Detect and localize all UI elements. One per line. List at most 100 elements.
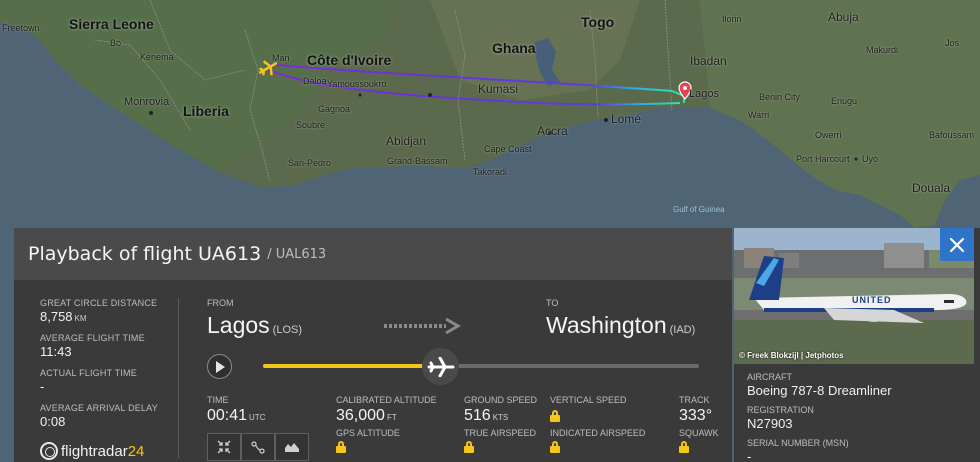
detail-label: TIME — [207, 395, 229, 405]
map-label-city: Gagnoa — [318, 104, 351, 114]
lock-icon[interactable] — [336, 441, 346, 453]
map-label-city: Monrovia — [124, 96, 170, 108]
radar-icon — [40, 442, 58, 460]
map-label-city: Abidjan — [386, 134, 427, 148]
map-label-city: Daloa — [303, 76, 327, 86]
compress-view-button[interactable] — [207, 433, 241, 461]
logo-text-accent: 24 — [127, 442, 145, 460]
flightradar24-logo[interactable]: flightradar24 — [40, 442, 144, 460]
playback-timeline[interactable] — [263, 364, 699, 368]
stat-label: AVERAGE FLIGHT TIME — [40, 333, 145, 343]
flight-playback-panel: Playback of flight UA613 / UAL613 GREAT … — [14, 228, 732, 462]
map-label-country: Ghana — [492, 40, 536, 56]
destination-city: Washington — [546, 312, 667, 338]
logo-text-main: flightradar — [61, 442, 128, 460]
aircraft-photo[interactable]: UNITED © Freek Blokzijl | Jetphotos — [734, 228, 974, 364]
map-label-city: Douala — [912, 181, 951, 195]
map-label-country: Togo — [581, 14, 615, 30]
panel-title: Playback of flight UA613 — [28, 243, 262, 265]
route-toggle-button[interactable] — [241, 433, 275, 461]
stat-label: ACTUAL FLIGHT TIME — [40, 368, 137, 378]
map-label-city: Soubre — [296, 120, 326, 130]
detail-track: TRACK 333° SQUAWK — [679, 395, 719, 458]
livery-text: UNITED — [852, 295, 892, 305]
lock-icon[interactable] — [464, 441, 474, 453]
map-label-city: Uyo — [862, 154, 879, 164]
destination-airport[interactable]: Washington (IAD) — [546, 312, 695, 339]
aircraft-panel: UNITED © Freek Blokzijl | Jetphotos AIRC… — [734, 228, 980, 462]
logo-text: flightradar24 — [61, 443, 144, 460]
aircraft-info: AIRCRAFT Boeing 787-8 Dreamliner REGISTR… — [747, 372, 892, 462]
aircraft-type-label: AIRCRAFT — [747, 372, 792, 382]
detail-unit: KTS — [492, 413, 509, 422]
photo-credit[interactable]: © Freek Blokzijl | Jetphotos — [739, 351, 844, 360]
aircraft-type-value[interactable]: Boeing 787-8 Dreamliner — [747, 383, 892, 398]
altitude-graph-icon — [285, 443, 299, 452]
destination-code: (IAD) — [669, 324, 696, 336]
timeline-handle[interactable] — [422, 348, 459, 385]
origin-airport[interactable]: Lagos (LOS) — [207, 312, 302, 339]
map-label-country: Côte d'Ivoire — [307, 52, 392, 68]
map-label-city: Takoradi — [473, 167, 508, 177]
lock-icon[interactable] — [550, 441, 560, 453]
detail-value-row: 36,000 FT — [336, 407, 437, 425]
route-arrow-icon — [384, 317, 461, 335]
detail-sub-label: GPS ALTITUDE — [336, 428, 400, 438]
map-label-city: Kenema — [140, 52, 174, 62]
detail-label: VERTICAL SPEED — [550, 395, 627, 405]
detail-label: GROUND SPEED — [464, 395, 538, 405]
detail-value: 36,000 — [336, 407, 385, 424]
stat-value: - — [40, 379, 45, 394]
flight-stats: GREAT CIRCLE DISTANCE 8,758 KM AVERAGE FL… — [40, 298, 180, 438]
origin-code: (LOS) — [272, 324, 303, 336]
stat-value: 11:43 — [40, 344, 72, 359]
detail-value-row: 516 KTS — [464, 407, 537, 425]
stat-average-arrival-delay: AVERAGE ARRIVAL DELAY 0:08 — [40, 403, 180, 429]
detail-value-row: 00:41 UTC — [207, 407, 266, 425]
detail-unit: UTC — [249, 413, 266, 422]
stat-average-flight-time: AVERAGE FLIGHT TIME 11:43 — [40, 333, 180, 359]
registration-value[interactable]: N27903 — [747, 416, 892, 431]
map-label-city: Ilorin — [722, 14, 742, 24]
map-label-city: Kumasi — [478, 82, 519, 96]
lock-icon[interactable] — [550, 410, 560, 422]
map-label-city: Bo — [110, 38, 122, 48]
detail-label: TRACK — [679, 395, 710, 405]
to-label: TO — [546, 298, 559, 308]
altitude-graph-button[interactable] — [275, 433, 309, 461]
stat-label: AVERAGE ARRIVAL DELAY — [40, 403, 158, 413]
stat-value: 0:08 — [40, 414, 66, 429]
map-label-city: Port Harcourt — [796, 154, 850, 164]
serial-number-value: - — [747, 449, 752, 462]
map-label-city: Grand-Bassam — [387, 156, 448, 166]
origin-city: Lagos — [207, 312, 270, 338]
map-label-city: Lagos — [689, 88, 719, 100]
compress-icon — [217, 440, 231, 454]
map-label-city: Lomé — [611, 112, 642, 126]
close-button[interactable] — [940, 228, 974, 261]
detail-ground-speed: GROUND SPEED 516 KTS TRUE AIRSPEED — [464, 395, 537, 458]
panel-header: Playback of flight UA613 / UAL613 — [14, 228, 732, 280]
map-label-city: Jos — [945, 38, 960, 48]
lock-icon[interactable] — [679, 441, 689, 453]
detail-calibrated-altitude: CALIBRATED ALTITUDE 36,000 FT GPS ALTITUD… — [336, 395, 437, 458]
stat-actual-flight-time: ACTUAL FLIGHT TIME - — [40, 368, 180, 394]
map-label-city: Cape Coast — [484, 144, 532, 154]
detail-sub-label: SQUAWK — [679, 428, 719, 438]
airplane-icon — [427, 356, 454, 377]
panel-subtitle: / UAL613 — [267, 246, 327, 262]
playback-tools — [207, 433, 309, 461]
playback-progress — [263, 364, 447, 368]
detail-label: CALIBRATED ALTITUDE — [336, 395, 437, 405]
map-label-country: Sierra Leone — [69, 16, 154, 32]
stat-label: GREAT CIRCLE DISTANCE — [40, 298, 158, 308]
registration-label: REGISTRATION — [747, 405, 814, 415]
map-label-country: Liberia — [183, 103, 229, 119]
detail-value: 00:41 — [207, 407, 248, 424]
map-label-city: Accra — [537, 124, 568, 138]
serial-number-label: SERIAL NUMBER (MSN) — [747, 438, 849, 448]
divider — [178, 298, 179, 458]
map-label-city: Abuja — [828, 10, 859, 24]
map-label-city: Ibadan — [690, 54, 727, 68]
play-button[interactable] — [207, 354, 232, 379]
